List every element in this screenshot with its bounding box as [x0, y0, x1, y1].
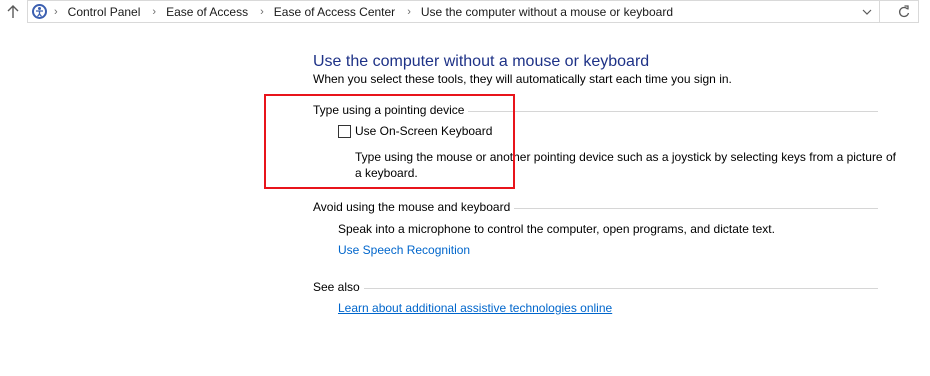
section-header-avoid-mouse-keyboard: Avoid using the mouse and keyboard — [313, 199, 878, 215]
chevron-right-icon: › — [152, 5, 157, 18]
breadcrumb-current-page[interactable]: Use the computer without a mouse or keyb… — [421, 5, 673, 19]
control-panel-icon — [31, 3, 48, 20]
chevron-right-icon: › — [407, 5, 411, 18]
chevron-right-icon: › — [260, 5, 264, 18]
breadcrumb-ease-of-access[interactable]: Ease of Access — [166, 5, 248, 19]
breadcrumb-ease-of-access-center[interactable]: Ease of Access Center — [274, 5, 395, 19]
page-title: Use the computer without a mouse or keyb… — [313, 53, 650, 70]
section-divider — [468, 110, 878, 112]
section-divider — [363, 287, 878, 289]
section-divider — [514, 207, 878, 209]
up-arrow-icon[interactable] — [4, 2, 22, 22]
section-header-see-also: See also — [313, 279, 878, 295]
assistive-technologies-link[interactable]: Learn about additional assistive technol… — [338, 301, 612, 315]
section-title: See also — [313, 280, 360, 294]
section-title: Avoid using the mouse and keyboard — [313, 200, 511, 214]
page-subtitle: When you select these tools, they will a… — [313, 72, 732, 86]
chevron-right-icon: › — [54, 5, 58, 18]
chevron-down-icon[interactable] — [859, 4, 875, 20]
refresh-icon[interactable] — [889, 0, 919, 23]
speech-recognition-link[interactable]: Use Speech Recognition — [338, 243, 470, 257]
breadcrumb: › Control Panel › Ease of Access › Ease … — [54, 1, 685, 22]
address-bar[interactable]: › Control Panel › Ease of Access › Ease … — [27, 0, 880, 23]
address-bar-divider — [880, 0, 889, 23]
speech-recognition-description: Speak into a microphone to control the c… — [338, 222, 775, 236]
address-toolbar: › Control Panel › Ease of Access › Ease … — [0, 0, 930, 24]
breadcrumb-control-panel[interactable]: Control Panel — [68, 5, 141, 19]
highlight-annotation — [264, 94, 515, 189]
